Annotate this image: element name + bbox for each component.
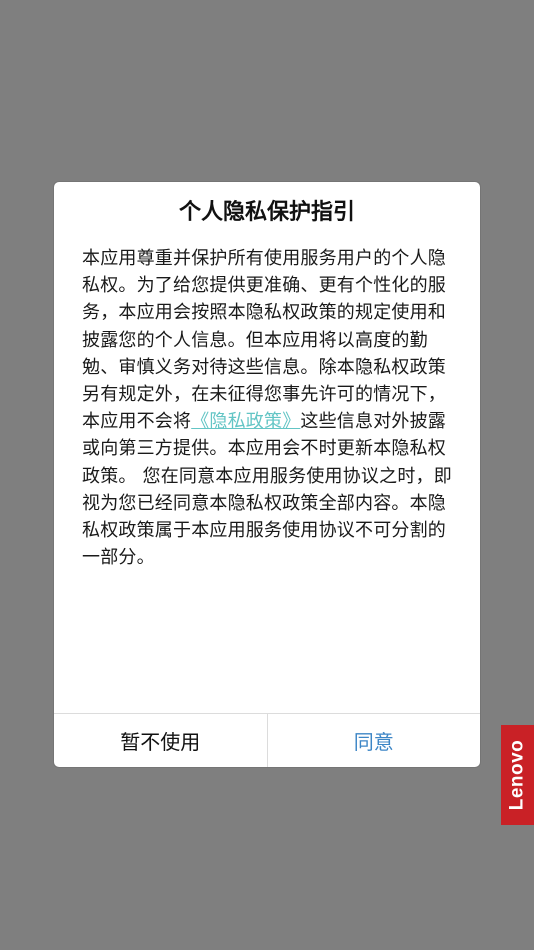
dialog-body: 本应用尊重并保护所有使用服务用户的个人隐私权。为了给您提供更准确、更有个性化的服… [82, 245, 454, 571]
body-text-part1: 本应用尊重并保护所有使用服务用户的个人隐私权。为了给您提供更准确、更有个性化的服… [82, 248, 446, 433]
dialog-footer: 暂不使用 同意 [54, 713, 480, 767]
privacy-dialog: 个人隐私保护指引 本应用尊重并保护所有使用服务用户的个人隐私权。为了给您提供更准… [54, 182, 480, 767]
decline-button[interactable]: 暂不使用 [54, 714, 268, 767]
agree-button[interactable]: 同意 [268, 714, 481, 767]
dialog-title: 个人隐私保护指引 [178, 200, 355, 225]
lenovo-logo: Lenovo [501, 725, 534, 825]
body-text-part2: 这些信息对外披露或向第三方提供。本应用会不时更新本隐私权政策。 您在同意本应用服… [82, 411, 452, 569]
privacy-policy-link[interactable]: 《隐私政策》 [191, 411, 300, 432]
lenovo-logo-text: Lenovo [506, 739, 528, 811]
